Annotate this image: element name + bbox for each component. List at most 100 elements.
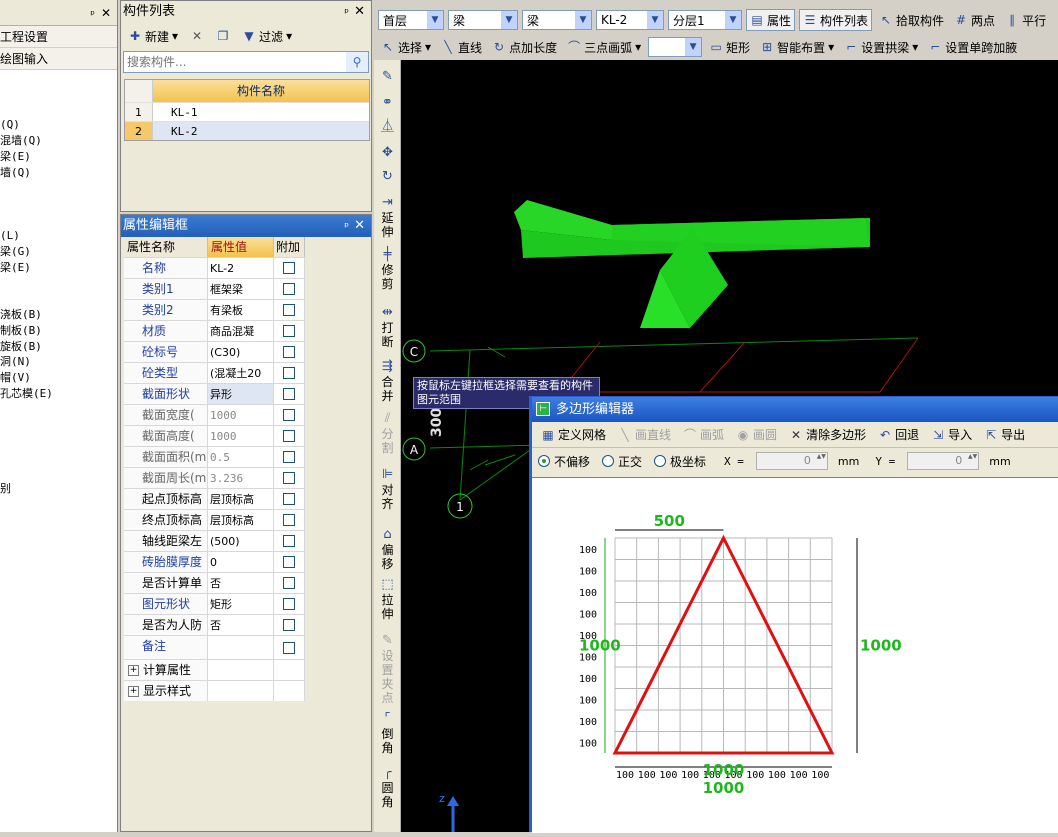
pin-icon[interactable]: ᵖ bbox=[90, 8, 95, 21]
search-input[interactable] bbox=[124, 52, 344, 72]
attribute-checkbox[interactable] bbox=[283, 283, 295, 295]
attribute-row[interactable]: 截面宽度(1000 bbox=[124, 404, 305, 425]
new-button[interactable]: ✚ 新建 ▾ bbox=[125, 28, 181, 45]
nav-tree-item[interactable] bbox=[0, 402, 117, 418]
export-button[interactable]: ⇱ 导出 bbox=[981, 426, 1028, 443]
set-grip-tool[interactable]: ✎ 设置夹点 bbox=[374, 634, 401, 706]
y-coordinate-input[interactable]: 0 bbox=[907, 452, 980, 470]
smart-layout-button[interactable]: ⊞ 智能布置 ▾ bbox=[757, 39, 837, 56]
pick-component-button[interactable]: ↖ 拾取构件 bbox=[876, 12, 947, 29]
x-coordinate-input[interactable]: 0 bbox=[755, 452, 828, 470]
nav-tree-item[interactable]: 梁(G) bbox=[0, 244, 117, 260]
attribute-checkbox[interactable] bbox=[283, 325, 295, 337]
attribute-checkbox[interactable] bbox=[283, 367, 295, 379]
draw-line-button[interactable]: ╲ 画直线 bbox=[615, 426, 674, 443]
nav-tree-item[interactable] bbox=[0, 449, 117, 465]
break-tool[interactable]: ⇹ 打断 bbox=[374, 306, 401, 356]
nav-tree-item[interactable]: (L) bbox=[0, 228, 117, 244]
extend-tool[interactable]: ⇥ 延伸 bbox=[374, 196, 401, 246]
arc-option-select[interactable]: ▼ bbox=[648, 37, 703, 57]
nav-tree-item[interactable]: 制板(B) bbox=[0, 323, 117, 339]
brush-tool[interactable]: ✎ bbox=[374, 70, 401, 85]
type2-select[interactable]: 梁 ▼ bbox=[522, 10, 592, 30]
component-name[interactable]: KL-1 bbox=[153, 103, 369, 121]
attribute-value[interactable]: 否 bbox=[208, 573, 274, 593]
attribute-checkbox[interactable] bbox=[283, 493, 295, 505]
attribute-row[interactable]: 类别1 框架梁 bbox=[124, 278, 305, 299]
chamfer-tool[interactable]: ⌜ 倒角 bbox=[374, 712, 401, 758]
attribute-checkbox[interactable] bbox=[283, 577, 295, 589]
set-span-haunch-button[interactable]: ⌐ 设置单跨加腋 bbox=[925, 39, 1020, 56]
nav-tree-item[interactable] bbox=[0, 181, 117, 197]
attribute-value[interactable]: 有梁板 bbox=[208, 300, 274, 320]
attribute-value[interactable]: 矩形 bbox=[208, 594, 274, 614]
align-tool[interactable]: ⊫ 对齐 bbox=[374, 468, 401, 518]
nav-tree-item[interactable]: 浇板(B) bbox=[0, 307, 117, 323]
table-row-selected[interactable]: 2 KL-2 bbox=[125, 121, 369, 140]
attribute-row[interactable]: 是否为人防否 bbox=[124, 614, 305, 635]
mirror-tool[interactable]: ⏅ bbox=[374, 120, 401, 135]
polar-radio[interactable] bbox=[654, 455, 667, 467]
nav-tree-item[interactable]: 旋板(B) bbox=[0, 339, 117, 355]
nav-tree-item[interactable]: 梁(E) bbox=[0, 260, 117, 276]
attribute-value[interactable]: 1000 bbox=[208, 426, 274, 446]
type1-select[interactable]: 梁 ▼ bbox=[448, 10, 518, 30]
attribute-value[interactable]: 1000 bbox=[208, 405, 274, 425]
attribute-row[interactable]: 类别2 有梁板 bbox=[124, 299, 305, 320]
attribute-value[interactable]: 层顶标高 bbox=[208, 489, 274, 509]
table-row[interactable]: 1 KL-1 bbox=[125, 102, 369, 121]
nav-tree-item[interactable] bbox=[0, 465, 117, 481]
attribute-row[interactable]: 材质 商品混凝 bbox=[124, 320, 305, 341]
nav-tree-item[interactable] bbox=[0, 433, 117, 449]
attribute-row[interactable]: 起点顶标高 层顶标高 bbox=[124, 488, 305, 509]
attribute-checkbox[interactable] bbox=[283, 430, 295, 442]
attribute-value[interactable]: 3.236 bbox=[208, 468, 274, 488]
attribute-checkbox[interactable] bbox=[283, 388, 295, 400]
attribute-checkbox[interactable] bbox=[283, 472, 295, 484]
close-icon[interactable]: ✕ bbox=[101, 6, 111, 20]
define-grid-button[interactable]: ▦ 定义网格 bbox=[538, 426, 609, 443]
expand-icon[interactable]: + bbox=[128, 665, 139, 676]
line-button[interactable]: ╲ 直线 bbox=[438, 39, 485, 56]
nav-tree-item[interactable]: 帽(V) bbox=[0, 370, 117, 386]
attribute-checkbox[interactable] bbox=[283, 304, 295, 316]
nav-tree-item[interactable] bbox=[0, 291, 117, 307]
attribute-checkbox[interactable] bbox=[283, 514, 295, 526]
attribute-value[interactable]: 框架梁 bbox=[208, 279, 274, 299]
attribute-row[interactable]: 砼标号 (C30) bbox=[124, 341, 305, 362]
attribute-row[interactable]: 截面高度(1000 bbox=[124, 425, 305, 446]
attribute-checkbox[interactable] bbox=[283, 619, 295, 631]
filter-button[interactable]: ▼ 过滤 ▾ bbox=[239, 28, 295, 45]
set-arch-beam-button[interactable]: ⌐ 设置拱梁 ▾ bbox=[841, 39, 921, 56]
polygon-drawing-area[interactable]: 100 100 100 100 100 100 100 100 100 100 100 100 100 1… bbox=[532, 477, 1058, 833]
attribute-row[interactable]: 图元形状 矩形 bbox=[124, 593, 305, 614]
nav-tree-item[interactable]: (Q) bbox=[0, 117, 117, 133]
copy-tool[interactable]: ⚭ bbox=[374, 96, 401, 111]
draw-arc-button[interactable]: ⌒ 画弧 bbox=[680, 426, 727, 443]
component-list-button[interactable]: ☰ 构件列表 bbox=[799, 9, 873, 31]
nav-tree-item[interactable]: 别 bbox=[0, 481, 117, 497]
nav-tree-item[interactable]: 混墙(Q) bbox=[0, 133, 117, 149]
column-header-name[interactable]: 构件名称 bbox=[153, 80, 369, 102]
attribute-row[interactable]: 截面形状 异形 bbox=[124, 383, 305, 404]
attribute-value[interactable]: (C30) bbox=[208, 342, 274, 362]
parallel-button[interactable]: ∥ 平行 bbox=[1002, 12, 1049, 29]
nav-tree-item[interactable]: 墙(Q) bbox=[0, 165, 117, 181]
three-point-arc-button[interactable]: ⌒ 三点画弧 ▾ bbox=[564, 39, 644, 56]
attribute-checkbox[interactable] bbox=[283, 556, 295, 568]
undo-button[interactable]: ↶ 回退 bbox=[875, 426, 922, 443]
draw-circle-button[interactable]: ◉ 画圆 bbox=[733, 426, 780, 443]
search-icon[interactable]: ⚲ bbox=[346, 52, 368, 72]
clear-polygon-button[interactable]: ✕ 清除多边形 bbox=[786, 426, 869, 443]
nav-tree-item[interactable] bbox=[0, 86, 117, 102]
component-name[interactable]: KL-2 bbox=[153, 122, 369, 140]
nav-tree-item[interactable]: 梁(E) bbox=[0, 149, 117, 165]
point-length-button[interactable]: ↻ 点加长度 bbox=[489, 39, 560, 56]
pin-icon[interactable]: ᵖ bbox=[344, 2, 349, 24]
nav-tree-item[interactable] bbox=[0, 70, 117, 86]
attribute-row[interactable]: 截面周长(m 3.236 bbox=[124, 467, 305, 488]
orthogonal-radio[interactable] bbox=[602, 455, 615, 467]
attribute-value[interactable]: 0 bbox=[208, 552, 274, 572]
attribute-row[interactable]: 砼类型 (混凝土20 bbox=[124, 362, 305, 383]
group-calc-attributes[interactable]: + 计算属性 bbox=[124, 659, 305, 680]
